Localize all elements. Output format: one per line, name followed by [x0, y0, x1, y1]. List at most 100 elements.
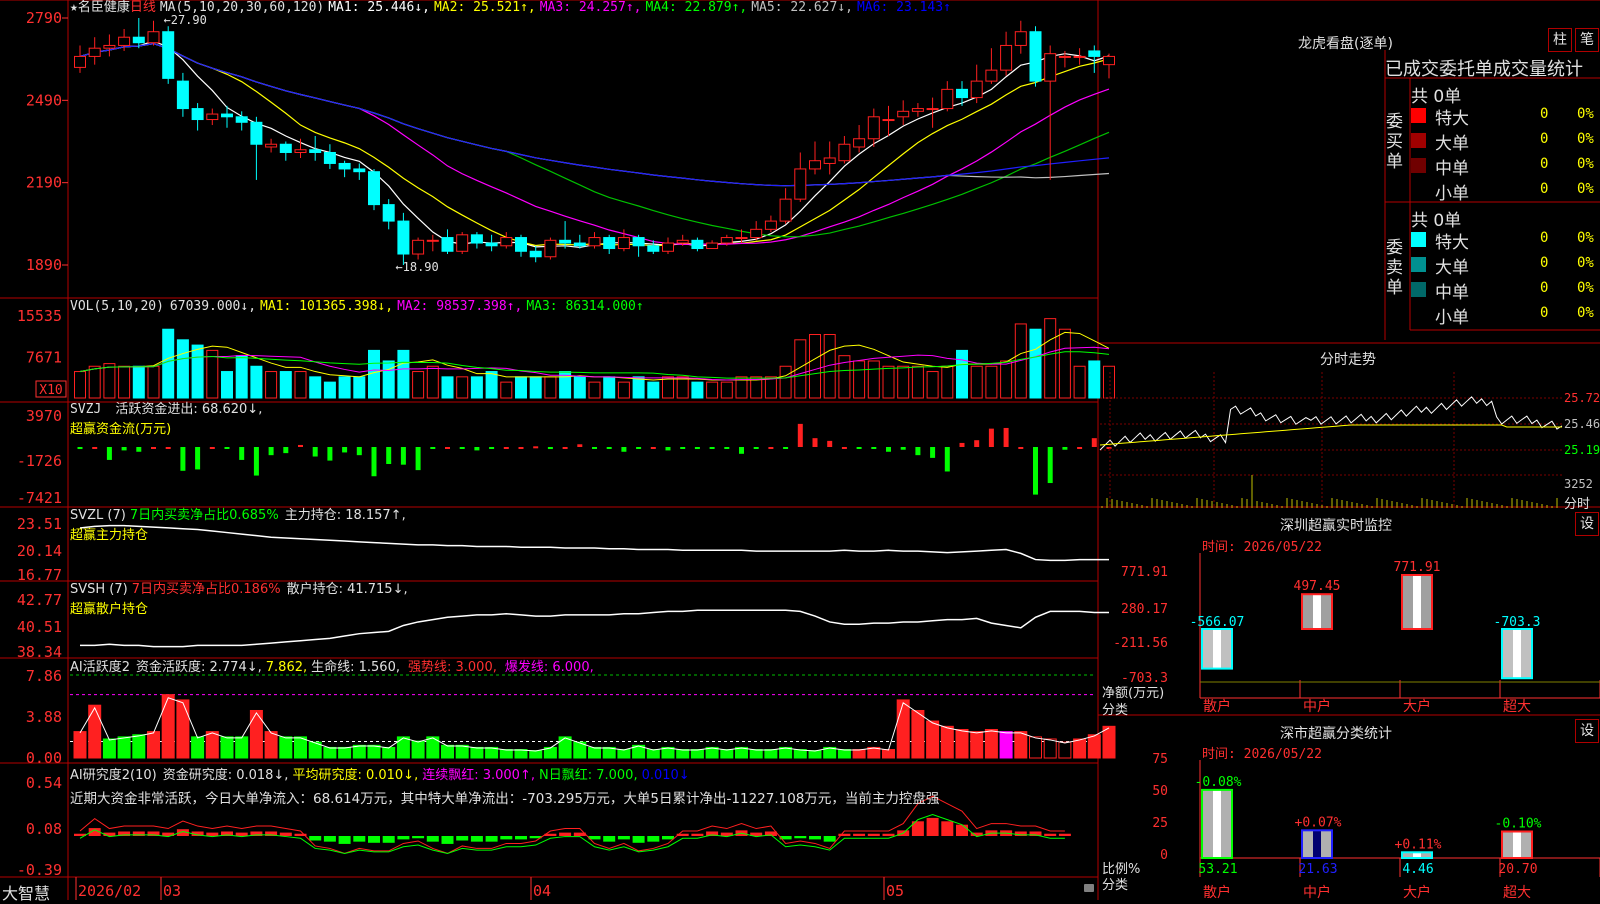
candle-body-17: [309, 149, 322, 153]
svzj-bar-42: [680, 447, 686, 449]
vol-bar-48: [764, 376, 777, 399]
sell-row-name-2: 大单: [1435, 258, 1469, 278]
sell-row-swatch-3: [1411, 282, 1426, 297]
candle-body-57: [897, 110, 910, 118]
svzj-bar-50: [797, 423, 803, 447]
svzj-bar-58: [915, 447, 921, 456]
vol-bar-4: [118, 365, 131, 399]
svzj-bar-18: [327, 447, 333, 461]
svzj-bar-40: [650, 447, 656, 449]
candle-body-5: [132, 36, 145, 44]
ai-research-bar-55: [867, 833, 880, 836]
tick-view-button[interactable]: 笔: [1575, 28, 1599, 52]
svzj-bar-39: [636, 447, 642, 449]
ai-active-header: AI活跃度2 资金活跃度: 2.774↓, 7.862, 生命线: 1.560, 强势线…: [70, 660, 594, 676]
svzj-bar-21: [371, 447, 377, 477]
ai-active-bar-5: [132, 734, 146, 759]
app-window: 2790 2490 2190 1890 ←27.90 ←18.90 15535 7671 X10…: [0, 0, 1600, 903]
vol-bar-41: [662, 376, 674, 399]
candle-body-63: [985, 69, 998, 82]
svzj-bar-41: [665, 447, 671, 451]
vol-bar-56: [882, 365, 895, 399]
svsh-axis-label-2: 40.51: [17, 618, 62, 636]
buy-row-percent-4: 0%: [1577, 181, 1594, 197]
ai-active-bar-7: [161, 694, 175, 759]
buy-row-swatch-1: [1411, 108, 1426, 123]
candle-body-64: [1000, 44, 1013, 71]
vol-bar-23: [397, 349, 410, 399]
stat-bar-highlight-4: [1513, 831, 1521, 858]
monitor-cat-3: 大户: [1403, 698, 1431, 715]
monitor-time: 时间: 2026/05/22: [1202, 540, 1322, 555]
stat-cat-2: 中户: [1303, 884, 1331, 900]
ai-active-item1: 资金活跃度: 2.774↓,: [136, 660, 262, 675]
svzj-bar-28: [474, 447, 480, 451]
ai-research-bar-26: [441, 836, 454, 844]
svzj-title: SVZJ: [70, 402, 102, 417]
candle-body-4: [118, 36, 131, 46]
stock-name[interactable]: 名臣健康: [78, 0, 130, 15]
ai-research-bar-25: [426, 836, 439, 842]
sell-row-value-3: 0: [1540, 280, 1549, 296]
candle-body-29: [485, 242, 498, 247]
lock-icon[interactable]: [1084, 884, 1094, 892]
monitor-bar-highlight-1: [1213, 629, 1221, 669]
buy-row-swatch-3: [1411, 158, 1426, 173]
svzj-bar-10: [209, 447, 215, 449]
monitor-cat-2: 中户: [1303, 698, 1331, 715]
vol-bar-28: [470, 376, 483, 399]
ai-research-bar-39: [632, 836, 645, 843]
vol-bar-26: [441, 376, 454, 399]
fenshi-title: 分时走势: [1320, 352, 1376, 368]
fenshi-vol-unit: 分时: [1564, 497, 1591, 512]
ma-value-3: MA3: 24.257↑,: [539, 0, 642, 15]
svzj-bar-67: [1047, 447, 1053, 484]
candle-body-51: [809, 160, 821, 170]
svzj-bar-54: [856, 447, 862, 449]
buy-row-value-3: 0: [1540, 156, 1549, 172]
monitor-cat-label: 分类: [1102, 703, 1129, 718]
monitor-settings-button[interactable]: 设: [1575, 512, 1599, 536]
candle-body-10: [206, 113, 219, 121]
svzj-axis-label-1: 3970: [26, 407, 62, 425]
candle-body-56: [882, 119, 895, 122]
ai-research-bar-30: [500, 836, 513, 840]
svzl-axis-label-1: 23.51: [17, 515, 62, 533]
candle-body-15: [279, 143, 292, 153]
ma60-line: [79, 42, 1110, 187]
vol-bar-45: [720, 381, 733, 399]
svzj-bar-65: [1018, 447, 1024, 449]
candle-body-3: [103, 44, 116, 49]
svzj-bar-68: [1062, 447, 1068, 450]
x-axis-label-1: 2026/02: [78, 882, 141, 900]
svzj-bar-35: [577, 444, 583, 447]
vol-bar-22: [382, 360, 395, 399]
svzj-bar-71: [1106, 447, 1112, 449]
star-icon[interactable]: ★: [70, 0, 78, 15]
ai-active-item2: 7.862,: [265, 660, 308, 675]
vol-bar-59: [926, 371, 939, 399]
vol-bar-36: [588, 381, 601, 399]
ai-research-bar-19: [338, 836, 351, 844]
vol-bar-49: [779, 365, 792, 399]
stat-settings-button[interactable]: 设: [1575, 719, 1599, 743]
ai-research-bar-43: [691, 833, 704, 836]
buy-row-swatch-2: [1411, 133, 1426, 148]
ai-research-bar-23: [397, 836, 410, 840]
ai-active-axis-label-1: 7.86: [26, 667, 62, 685]
svzj-axis-label-2: -1726: [17, 452, 62, 470]
vol-bar-29: [485, 371, 498, 399]
vol-bar-44: [706, 381, 719, 399]
svzj-bar-47: [753, 447, 759, 449]
period-label[interactable]: 日线: [130, 0, 156, 15]
svzj-bar-12: [239, 447, 245, 460]
column-view-button[interactable]: 柱: [1548, 28, 1572, 52]
vol-bar-7: [162, 328, 175, 399]
ai-research-axis-label-2: 0.08: [26, 820, 62, 838]
ai-research-header: AI研究度2(10) 资金研究度: 0.018↓, 平均研究度: 0.010↓, 连续…: [70, 768, 690, 784]
ai-active-bar-54: [852, 749, 866, 759]
svzj-bar-29: [489, 447, 495, 449]
stat-title: 深市超赢分类统计: [1280, 726, 1392, 742]
monitor-bar-1: [1201, 628, 1233, 670]
vol-label: VOL(5,10,20): [70, 299, 164, 314]
